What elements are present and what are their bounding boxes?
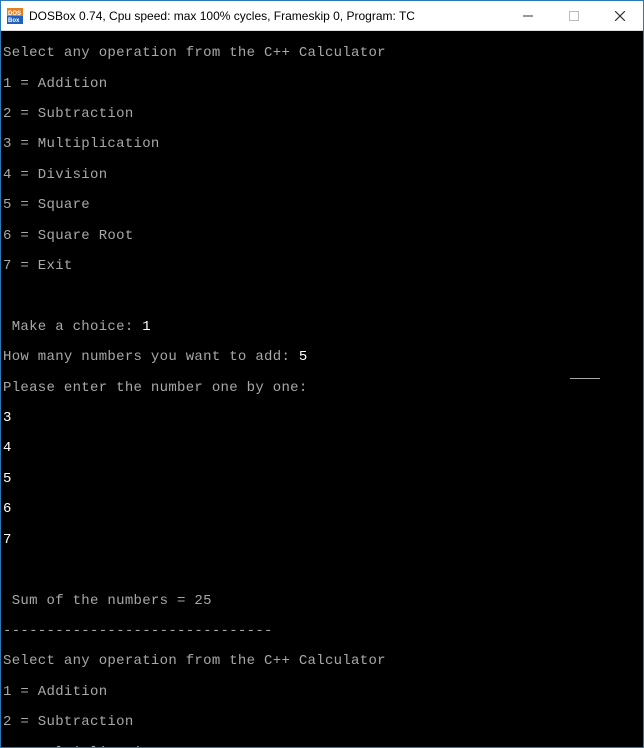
sum-result: Sum of the numbers = 25 <box>3 594 641 609</box>
window-controls <box>505 1 643 30</box>
input-number: 5 <box>3 472 641 487</box>
menu-item: 1 = Addition <box>3 77 641 92</box>
input-number: 6 <box>3 502 641 517</box>
choice-value: 1 <box>142 319 151 335</box>
input-number: 4 <box>3 441 641 456</box>
input-number: 3 <box>3 411 641 426</box>
howmany-line: How many numbers you want to add: 5 <box>3 350 641 365</box>
menu-item: 6 = Square Root <box>3 229 641 244</box>
console-output: Select any operation from the C++ Calcul… <box>1 31 643 747</box>
svg-text:Box: Box <box>8 18 20 24</box>
menu-item: 7 = Exit <box>3 259 641 274</box>
close-button[interactable] <box>597 1 643 30</box>
menu-item: 5 = Square <box>3 198 641 213</box>
dosbox-icon: DOS Box <box>7 8 23 24</box>
minimize-button[interactable] <box>505 1 551 30</box>
menu-item: 2 = Subtraction <box>3 107 641 122</box>
maximize-button[interactable] <box>551 1 597 30</box>
separator: ------------------------------- <box>3 624 641 639</box>
choice-line: Make a choice: 1 <box>3 320 641 335</box>
choice-prompt: Make a choice: <box>3 319 142 335</box>
blank-line <box>3 289 641 304</box>
menu-item: 1 = Addition <box>3 685 641 700</box>
window-title: DOSBox 0.74, Cpu speed: max 100% cycles,… <box>29 9 505 23</box>
menu-header: Select any operation from the C++ Calcul… <box>3 46 641 61</box>
menu-item: 2 = Subtraction <box>3 715 641 730</box>
menu-item: 3 = Multiplication <box>3 746 641 747</box>
enter-prompt: Please enter the number one by one: <box>3 381 641 396</box>
svg-text:DOS: DOS <box>8 11 21 17</box>
menu-item: 3 = Multiplication <box>3 137 641 152</box>
howmany-prompt: How many numbers you want to add: <box>3 349 299 365</box>
window-titlebar: DOS Box DOSBox 0.74, Cpu speed: max 100%… <box>1 1 643 31</box>
howmany-value: 5 <box>299 349 308 365</box>
menu-item: 4 = Division <box>3 168 641 183</box>
blank-line <box>3 563 641 578</box>
input-number: 7 <box>3 533 641 548</box>
artifact-line <box>570 378 600 379</box>
menu-header: Select any operation from the C++ Calcul… <box>3 654 641 669</box>
